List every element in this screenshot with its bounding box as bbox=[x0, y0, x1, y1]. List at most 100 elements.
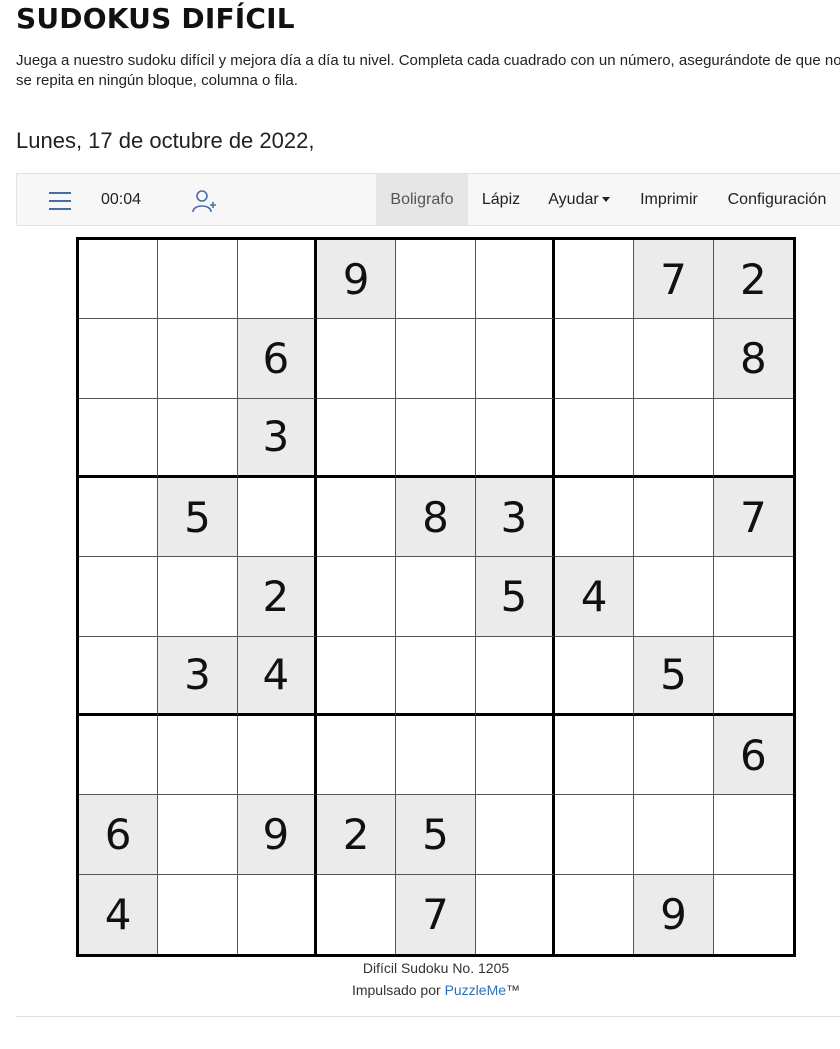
sudoku-cell[interactable] bbox=[79, 478, 159, 558]
help-menu[interactable]: Ayudar bbox=[539, 174, 619, 225]
sudoku-cell[interactable]: 3 bbox=[237, 398, 317, 478]
sudoku-cell[interactable] bbox=[475, 874, 555, 954]
sudoku-cell[interactable]: 4 bbox=[79, 874, 159, 954]
sudoku-cell[interactable] bbox=[713, 795, 793, 875]
sudoku-cell[interactable] bbox=[555, 319, 635, 399]
sudoku-cell[interactable] bbox=[634, 398, 714, 478]
print-button[interactable]: Imprimir bbox=[629, 174, 709, 225]
sudoku-cell[interactable]: 7 bbox=[634, 240, 714, 320]
sudoku-cell[interactable] bbox=[317, 636, 397, 716]
sudoku-cell[interactable] bbox=[634, 319, 714, 399]
page-title: SUDOKUS DIFÍCIL bbox=[16, 2, 295, 35]
sudoku-cell[interactable] bbox=[475, 716, 555, 796]
sudoku-cell[interactable] bbox=[79, 716, 159, 796]
sudoku-cell[interactable]: 9 bbox=[317, 240, 397, 320]
sudoku-cell[interactable] bbox=[475, 398, 555, 478]
sudoku-cell[interactable] bbox=[79, 636, 159, 716]
sudoku-cell[interactable] bbox=[634, 716, 714, 796]
powered-by: Impulsado por PuzzleMe™ bbox=[76, 982, 796, 998]
sudoku-cell[interactable] bbox=[396, 240, 476, 320]
sudoku-cell[interactable] bbox=[396, 319, 476, 399]
sudoku-cell[interactable] bbox=[396, 557, 476, 637]
sudoku-cell[interactable] bbox=[158, 795, 238, 875]
tool-pencil[interactable]: Lápiz bbox=[473, 174, 529, 225]
sudoku-cell[interactable] bbox=[79, 557, 159, 637]
sudoku-cell[interactable] bbox=[713, 636, 793, 716]
sudoku-cell[interactable]: 3 bbox=[158, 636, 238, 716]
sudoku-cell[interactable]: 5 bbox=[634, 636, 714, 716]
powered-by-text: Impulsado por bbox=[351, 982, 441, 998]
sudoku-cell[interactable] bbox=[396, 716, 476, 796]
sudoku-cell[interactable]: 3 bbox=[475, 478, 555, 558]
sudoku-cell[interactable] bbox=[475, 319, 555, 399]
sudoku-cell[interactable] bbox=[713, 557, 793, 637]
add-user-icon[interactable] bbox=[191, 188, 217, 214]
sudoku-cell[interactable]: 2 bbox=[317, 795, 397, 875]
sudoku-cell[interactable] bbox=[158, 240, 238, 320]
sudoku-cell[interactable] bbox=[555, 398, 635, 478]
tool-pen[interactable]: Boligrafo bbox=[376, 174, 468, 225]
sudoku-cell[interactable] bbox=[317, 874, 397, 954]
sudoku-cell[interactable] bbox=[475, 795, 555, 875]
sudoku-cell[interactable] bbox=[317, 398, 397, 478]
chevron-down-icon bbox=[601, 197, 610, 203]
divider bbox=[16, 1016, 840, 1017]
sudoku-cell[interactable] bbox=[158, 716, 238, 796]
sudoku-cell[interactable]: 2 bbox=[713, 240, 793, 320]
sudoku-cell[interactable] bbox=[79, 240, 159, 320]
settings-button[interactable]: Configuración bbox=[721, 174, 833, 225]
sudoku-cell[interactable] bbox=[396, 398, 476, 478]
sudoku-cell[interactable] bbox=[634, 557, 714, 637]
sudoku-cell[interactable] bbox=[555, 240, 635, 320]
sudoku-cell[interactable] bbox=[317, 478, 397, 558]
sudoku-cell[interactable]: 9 bbox=[237, 795, 317, 875]
sudoku-board: 972683583725434566925479 bbox=[76, 237, 796, 957]
sudoku-cell[interactable] bbox=[475, 240, 555, 320]
timer: 00:04 bbox=[101, 191, 142, 208]
sudoku-cell[interactable] bbox=[317, 319, 397, 399]
hamburger-menu-icon[interactable] bbox=[49, 192, 71, 210]
sudoku-cell[interactable]: 6 bbox=[79, 795, 159, 875]
sudoku-cell[interactable] bbox=[555, 874, 635, 954]
sudoku-cell[interactable]: 8 bbox=[396, 478, 476, 558]
sudoku-cell[interactable] bbox=[317, 716, 397, 796]
sudoku-cell[interactable]: 8 bbox=[713, 319, 793, 399]
sudoku-cell[interactable] bbox=[475, 636, 555, 716]
sudoku-cell[interactable] bbox=[317, 557, 397, 637]
puzzle-toolbar: 00:04 Boligrafo Lápiz Ayudar Imprimir Co… bbox=[16, 173, 840, 226]
sudoku-cell[interactable] bbox=[237, 478, 317, 558]
intro-text: Juega a nuestro sudoku difícil y mejora … bbox=[16, 52, 840, 89]
sudoku-cell[interactable] bbox=[237, 240, 317, 320]
sudoku-cell[interactable]: 7 bbox=[396, 874, 476, 954]
sudoku-cell[interactable] bbox=[158, 319, 238, 399]
sudoku-cell[interactable] bbox=[713, 874, 793, 954]
sudoku-cell[interactable] bbox=[158, 874, 238, 954]
sudoku-cell[interactable] bbox=[237, 874, 317, 954]
sudoku-cell[interactable]: 9 bbox=[634, 874, 714, 954]
sudoku-cell[interactable] bbox=[555, 636, 635, 716]
puzzleme-link[interactable]: PuzzleMe bbox=[445, 982, 506, 998]
sudoku-cell[interactable] bbox=[634, 478, 714, 558]
help-menu-label: Ayudar bbox=[548, 191, 599, 208]
sudoku-cell[interactable] bbox=[158, 398, 238, 478]
sudoku-cell[interactable]: 7 bbox=[713, 478, 793, 558]
sudoku-cell[interactable]: 6 bbox=[713, 716, 793, 796]
sudoku-cell[interactable] bbox=[555, 716, 635, 796]
sudoku-cell[interactable]: 6 bbox=[237, 319, 317, 399]
sudoku-cell[interactable] bbox=[79, 319, 159, 399]
sudoku-cell[interactable]: 5 bbox=[396, 795, 476, 875]
sudoku-cell[interactable] bbox=[634, 795, 714, 875]
sudoku-cell[interactable] bbox=[79, 398, 159, 478]
sudoku-cell[interactable]: 2 bbox=[237, 557, 317, 637]
sudoku-cell[interactable] bbox=[237, 716, 317, 796]
sudoku-cell[interactable]: 4 bbox=[237, 636, 317, 716]
sudoku-cell[interactable] bbox=[396, 636, 476, 716]
sudoku-cell[interactable]: 5 bbox=[475, 557, 555, 637]
sudoku-cell[interactable] bbox=[555, 478, 635, 558]
trademark-symbol: ™ bbox=[506, 982, 521, 998]
sudoku-cell[interactable]: 4 bbox=[555, 557, 635, 637]
sudoku-cell[interactable] bbox=[713, 398, 793, 478]
sudoku-cell[interactable] bbox=[158, 557, 238, 637]
sudoku-cell[interactable]: 5 bbox=[158, 478, 238, 558]
sudoku-cell[interactable] bbox=[555, 795, 635, 875]
